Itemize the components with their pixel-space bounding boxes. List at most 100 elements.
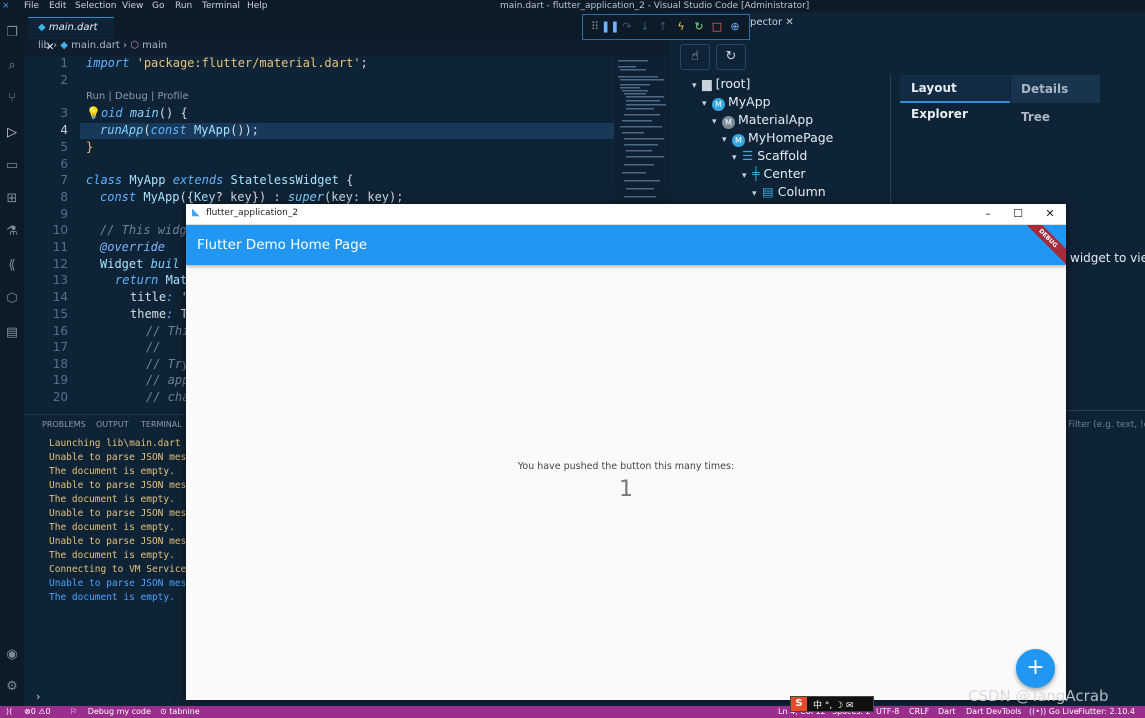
- error-icon: ⊗: [24, 707, 31, 716]
- extensions-icon[interactable]: ⊞: [3, 190, 21, 208]
- menu-selection[interactable]: Selection: [75, 0, 116, 12]
- codelens-run-debug-profile[interactable]: Run | Debug | Profile: [86, 91, 189, 102]
- source-control-icon[interactable]: ⑂: [3, 90, 21, 108]
- plus-icon: +: [1026, 655, 1045, 680]
- app-bar: Flutter Demo Home Page DEBUG: [186, 225, 1066, 265]
- step-out-icon[interactable]: ↑: [655, 19, 671, 35]
- hot-reload-icon[interactable]: ϟ: [673, 19, 689, 35]
- cube-icon[interactable]: ⬡: [3, 290, 21, 308]
- line-number: 1: [60, 56, 68, 70]
- tree-node-label: Column: [777, 184, 826, 199]
- terminal-line: Unable to parse JSON messa: [49, 452, 198, 463]
- tree-divider[interactable]: [890, 74, 891, 214]
- go-live-status[interactable]: ((•)) Go Live: [1029, 706, 1079, 718]
- menu-terminal[interactable]: Terminal: [202, 0, 240, 12]
- settings-gear-icon[interactable]: ⚙: [3, 678, 21, 696]
- filter-input[interactable]: Filter (e.g. text, !exclu: [1068, 420, 1145, 430]
- panel-tab-terminal[interactable]: TERMINAL: [141, 420, 182, 429]
- encoding[interactable]: UTF-8: [876, 706, 899, 718]
- menu-edit[interactable]: Edit: [49, 0, 66, 12]
- breadcrumb-symbol[interactable]: main: [142, 40, 167, 51]
- restart-icon[interactable]: ↻: [691, 19, 707, 35]
- maximize-icon[interactable]: ☐: [1008, 206, 1028, 222]
- dart-devtools-status[interactable]: Dart DevTools: [966, 706, 1022, 718]
- terminal-line: Launching lib\main.dart or: [49, 438, 198, 449]
- line-ending[interactable]: CRLF: [909, 706, 929, 718]
- search-icon[interactable]: ⌕: [3, 57, 21, 75]
- tab-details-tree[interactable]: Details Tree: [1011, 75, 1100, 124]
- line-number: 9: [60, 207, 68, 221]
- code-line: //: [146, 340, 161, 354]
- editor-tab-main-dart[interactable]: ◆ main.dart ✕: [28, 17, 114, 53]
- line-number: 10: [52, 223, 68, 237]
- tree-node-myapp[interactable]: ▾ M MyApp: [702, 94, 771, 111]
- tree-node-materialapp[interactable]: ▾ M MaterialApp: [712, 112, 813, 129]
- line-number: 20: [52, 390, 68, 404]
- run-debug-icon[interactable]: ▷: [3, 124, 21, 142]
- problems-indicator[interactable]: ⊗0 ⚠0: [24, 706, 51, 718]
- terminal-line: Unable to parse JSON messa: [49, 536, 198, 547]
- code-line: 💡oid main() {: [86, 106, 188, 120]
- stop-icon[interactable]: □: [709, 19, 725, 35]
- code-line: // cha: [146, 390, 190, 404]
- breadcrumb-file[interactable]: main.dart: [71, 40, 120, 51]
- line-number: 2: [60, 73, 68, 87]
- increment-fab-button[interactable]: +: [1016, 649, 1055, 688]
- chevron-right-icon[interactable]: ›: [36, 690, 40, 703]
- tree-node-myhomepage[interactable]: ▾ M MyHomePage: [722, 130, 833, 147]
- step-over-icon[interactable]: ↷: [619, 19, 635, 35]
- menu-view[interactable]: View: [122, 0, 143, 12]
- app-window-title: flutter_application_2: [206, 208, 299, 218]
- step-into-icon[interactable]: ↓: [637, 19, 653, 35]
- minimize-icon[interactable]: –: [978, 206, 998, 222]
- ime-toolbar[interactable]: S 中 °, ☽ ✉: [790, 696, 874, 712]
- app-window-titlebar[interactable]: ◣ flutter_application_2 – ☐ ✕: [186, 204, 1066, 225]
- tab-layout-explorer[interactable]: Layout Explorer: [900, 75, 1010, 121]
- breadcrumb-folder[interactable]: lib: [38, 40, 50, 51]
- line-number: 12: [52, 257, 68, 271]
- tree-node-center[interactable]: ▾ ╪ Center: [742, 166, 806, 181]
- line-number: 15: [52, 307, 68, 321]
- sogou-logo-icon: S: [791, 697, 807, 711]
- tree-node-root[interactable]: ▾ ▆ [root]: [692, 76, 750, 91]
- panel-tab-output[interactable]: OUTPUT: [96, 420, 129, 429]
- menu-go[interactable]: Go: [152, 0, 164, 12]
- refresh-tree-button[interactable]: ↻: [716, 44, 746, 70]
- explorer-icon[interactable]: ❐: [3, 24, 21, 42]
- close-icon[interactable]: ✕: [1040, 206, 1060, 222]
- watermark: CSDN @TangAcrab: [968, 687, 1109, 705]
- pause-icon[interactable]: ❚❚: [601, 19, 619, 35]
- tabnine-status[interactable]: ⊙ tabnine: [160, 706, 200, 718]
- line-number: 13: [52, 273, 68, 287]
- tree-node-column[interactable]: ▾ ▤ Column: [752, 184, 826, 199]
- terminal-line: The document is empty.: [49, 522, 175, 533]
- menu-help[interactable]: Help: [247, 0, 268, 12]
- tree-node-label: MyApp: [728, 94, 771, 109]
- select-widget-mode-button[interactable]: ☝: [680, 44, 710, 70]
- devtools-inspector-tab[interactable]: pector ✕: [750, 17, 794, 28]
- menu-file[interactable]: File: [24, 0, 39, 12]
- debug-status[interactable]: ⚐ Debug my code: [70, 706, 151, 718]
- debug-label: Debug my code: [87, 707, 151, 716]
- dart-file-icon: ◆: [38, 22, 49, 33]
- flutter-icon[interactable]: ⟪: [3, 257, 21, 275]
- panel-tab-problems[interactable]: PROBLEMS: [42, 420, 86, 429]
- account-icon[interactable]: ◉: [3, 646, 21, 664]
- tree-node-scaffold[interactable]: ▾ ☰ Scaffold: [732, 148, 807, 163]
- code-line: title: ': [130, 290, 188, 304]
- menu-run[interactable]: Run: [175, 0, 192, 12]
- remote-indicator-icon[interactable]: ⟩⟨: [6, 706, 12, 718]
- line-number: 6: [60, 157, 68, 171]
- warning-icon: ⚠: [38, 707, 46, 716]
- code-line: Widget buil: [100, 257, 180, 271]
- folder-icon[interactable]: ▤: [3, 324, 21, 342]
- testing-icon[interactable]: ⚗: [3, 223, 21, 241]
- close-tab-icon[interactable]: ✕: [785, 17, 793, 28]
- remote-explorer-icon[interactable]: ▭: [3, 157, 21, 175]
- inspect-widget-icon[interactable]: ⊕: [727, 19, 743, 35]
- function-symbol-icon: ⬡: [130, 40, 139, 51]
- language-mode[interactable]: Dart: [938, 706, 956, 718]
- chevron-down-icon: ▾: [712, 117, 717, 127]
- flutter-version-status[interactable]: Flutter: 2.10.4: [1078, 706, 1135, 718]
- inspector-tab-label: pector: [750, 17, 783, 28]
